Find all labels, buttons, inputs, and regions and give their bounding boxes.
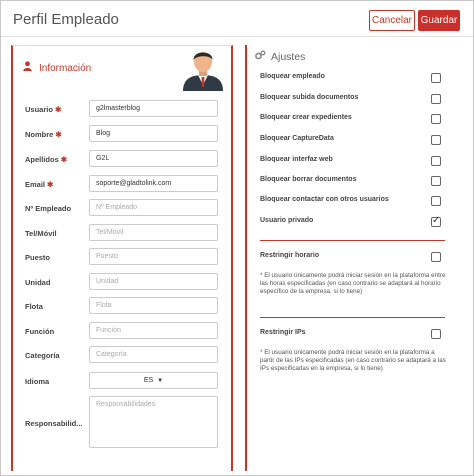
checkbox-block-web[interactable]: [431, 156, 441, 166]
employee-profile-modal: Perfil Empleado Cancelar Guardar Informa…: [0, 0, 474, 476]
setting-label-restrict-ips: Restringir IPs: [260, 329, 306, 336]
user-icon: [23, 61, 33, 74]
setting-label-block-contact: Bloquear contactar con otros usuarios: [260, 196, 389, 203]
setting-label-block-employee: Bloquear empleado: [260, 73, 325, 80]
save-button[interactable]: Guardar: [418, 10, 460, 31]
modal-header: Perfil Empleado Cancelar Guardar: [1, 1, 473, 37]
lastname-label: Apellidos ✱: [25, 155, 68, 164]
info-heading-label: Información: [39, 63, 92, 74]
employee-number-label: Nº Empleado: [25, 204, 72, 213]
checkbox-block-contact[interactable]: [431, 196, 441, 206]
settings-divider: [260, 317, 445, 318]
info-heading: Información: [23, 61, 91, 74]
function-field[interactable]: Función: [89, 322, 218, 339]
firstname-label: Nombre ✱: [25, 130, 62, 139]
checkbox-block-delete[interactable]: [431, 176, 441, 186]
setting-label-block-files: Bloquear crear expedientes: [260, 114, 352, 121]
function-label: Función: [25, 327, 55, 336]
employee-number-field[interactable]: Nº Empleado: [89, 199, 218, 216]
settings-heading-label: Ajustes: [271, 51, 306, 63]
checkbox-block-files[interactable]: [431, 114, 441, 124]
checkbox-block-upload[interactable]: [431, 94, 441, 104]
checkbox-block-employee[interactable]: [431, 73, 441, 83]
fleet-field[interactable]: Flota: [89, 297, 218, 314]
ips-note: * El usuario únicamente podrá iniciar se…: [260, 349, 446, 372]
schedule-note: * El usuario únicamente podrá iniciar se…: [260, 272, 446, 295]
category-label: Categoría: [25, 351, 60, 360]
caret-down-icon: ▼: [157, 378, 164, 384]
fleet-label: Flota: [25, 302, 43, 311]
email-label: Email ✱: [25, 180, 54, 189]
modal-title: Perfil Empleado: [13, 11, 119, 28]
settings-heading: Ajustes: [255, 50, 305, 63]
cancel-button[interactable]: Cancelar: [369, 10, 415, 31]
responsibilities-textarea[interactable]: Responsabilidades: [89, 396, 218, 448]
setting-label-block-capturedata: Bloquear CaptureData: [260, 135, 334, 142]
email-field[interactable]: soporte@gladtolink.com: [89, 175, 218, 192]
unit-field[interactable]: Unidad: [89, 273, 218, 290]
phone-field[interactable]: Tel/Móvil: [89, 224, 218, 241]
position-field[interactable]: Puesto: [89, 248, 218, 265]
firstname-field[interactable]: Blog: [89, 125, 218, 142]
unit-label: Unidad: [25, 278, 51, 287]
checkbox-private-user[interactable]: [431, 215, 441, 227]
lastname-field[interactable]: G2L: [89, 150, 218, 167]
setting-label-restrict-schedule: Restringir horario: [260, 252, 320, 259]
setting-label-private-user: Usuario privado: [260, 217, 314, 224]
username-label: Usuario ✱: [25, 105, 62, 114]
checkbox-restrict-schedule[interactable]: [431, 252, 441, 262]
category-field[interactable]: Categoría: [89, 346, 218, 363]
avatar[interactable]: [179, 45, 227, 91]
settings-divider: [260, 240, 445, 241]
setting-label-block-upload: Bloquear subida documentos: [260, 94, 359, 101]
setting-label-block-web: Bloquear interfaz web: [260, 156, 333, 163]
username-field[interactable]: g2lmasterblog: [89, 100, 218, 117]
language-label: Idioma: [25, 377, 50, 386]
responsibilities-label: Responsabilid...: [25, 419, 83, 428]
phone-label: Tel/Móvil: [25, 229, 57, 238]
position-label: Puesto: [25, 253, 51, 262]
checkbox-restrict-ips[interactable]: [431, 329, 441, 339]
language-value: ES: [143, 377, 154, 384]
setting-label-block-delete: Bloquear borrar documentos: [260, 176, 357, 183]
checkbox-block-capturedata[interactable]: [431, 135, 441, 145]
gears-icon: [255, 50, 267, 63]
language-select[interactable]: ES ▼: [89, 372, 218, 389]
